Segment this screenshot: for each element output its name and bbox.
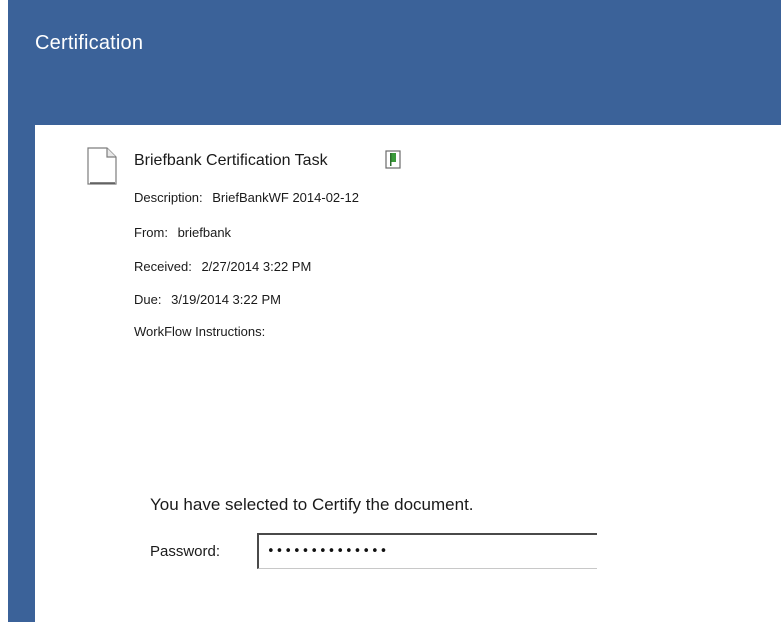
flag-icon[interactable] xyxy=(385,150,401,169)
due-label: Due: xyxy=(134,292,162,307)
task-title: Briefbank Certification Task xyxy=(134,152,328,169)
from-line: From: briefbank xyxy=(134,225,231,240)
password-field[interactable] xyxy=(257,533,597,569)
content-panel: Briefbank Certification Task Description… xyxy=(35,125,781,622)
instructions-label: WorkFlow Instructions: xyxy=(134,324,266,339)
instructions-line: WorkFlow Instructions: xyxy=(134,324,265,339)
received-line: Received: 2/27/2014 3:22 PM xyxy=(134,259,311,274)
title-bar: Certification xyxy=(8,0,781,125)
window-title: Certification xyxy=(35,32,144,54)
password-label: Password: xyxy=(150,543,221,560)
description-label: Description: xyxy=(134,190,203,205)
description-line: Description: BriefBankWF 2014-02-12 xyxy=(134,190,359,205)
due-line: Due: 3/19/2014 3:22 PM xyxy=(134,292,281,307)
due-value: 3/19/2014 3:22 PM xyxy=(171,292,281,307)
left-margin xyxy=(0,0,8,622)
certification-window: Certification Briefbank Certification Ta… xyxy=(0,0,781,622)
received-label: Received: xyxy=(134,259,192,274)
document-icon xyxy=(87,147,117,185)
certify-message: You have selected to Certify the documen… xyxy=(150,495,474,514)
from-label: From: xyxy=(134,225,168,240)
received-value: 2/27/2014 3:22 PM xyxy=(201,259,312,274)
side-bar xyxy=(8,125,35,622)
description-value: BriefBankWF 2014-02-12 xyxy=(212,190,359,205)
from-value: briefbank xyxy=(177,225,232,240)
